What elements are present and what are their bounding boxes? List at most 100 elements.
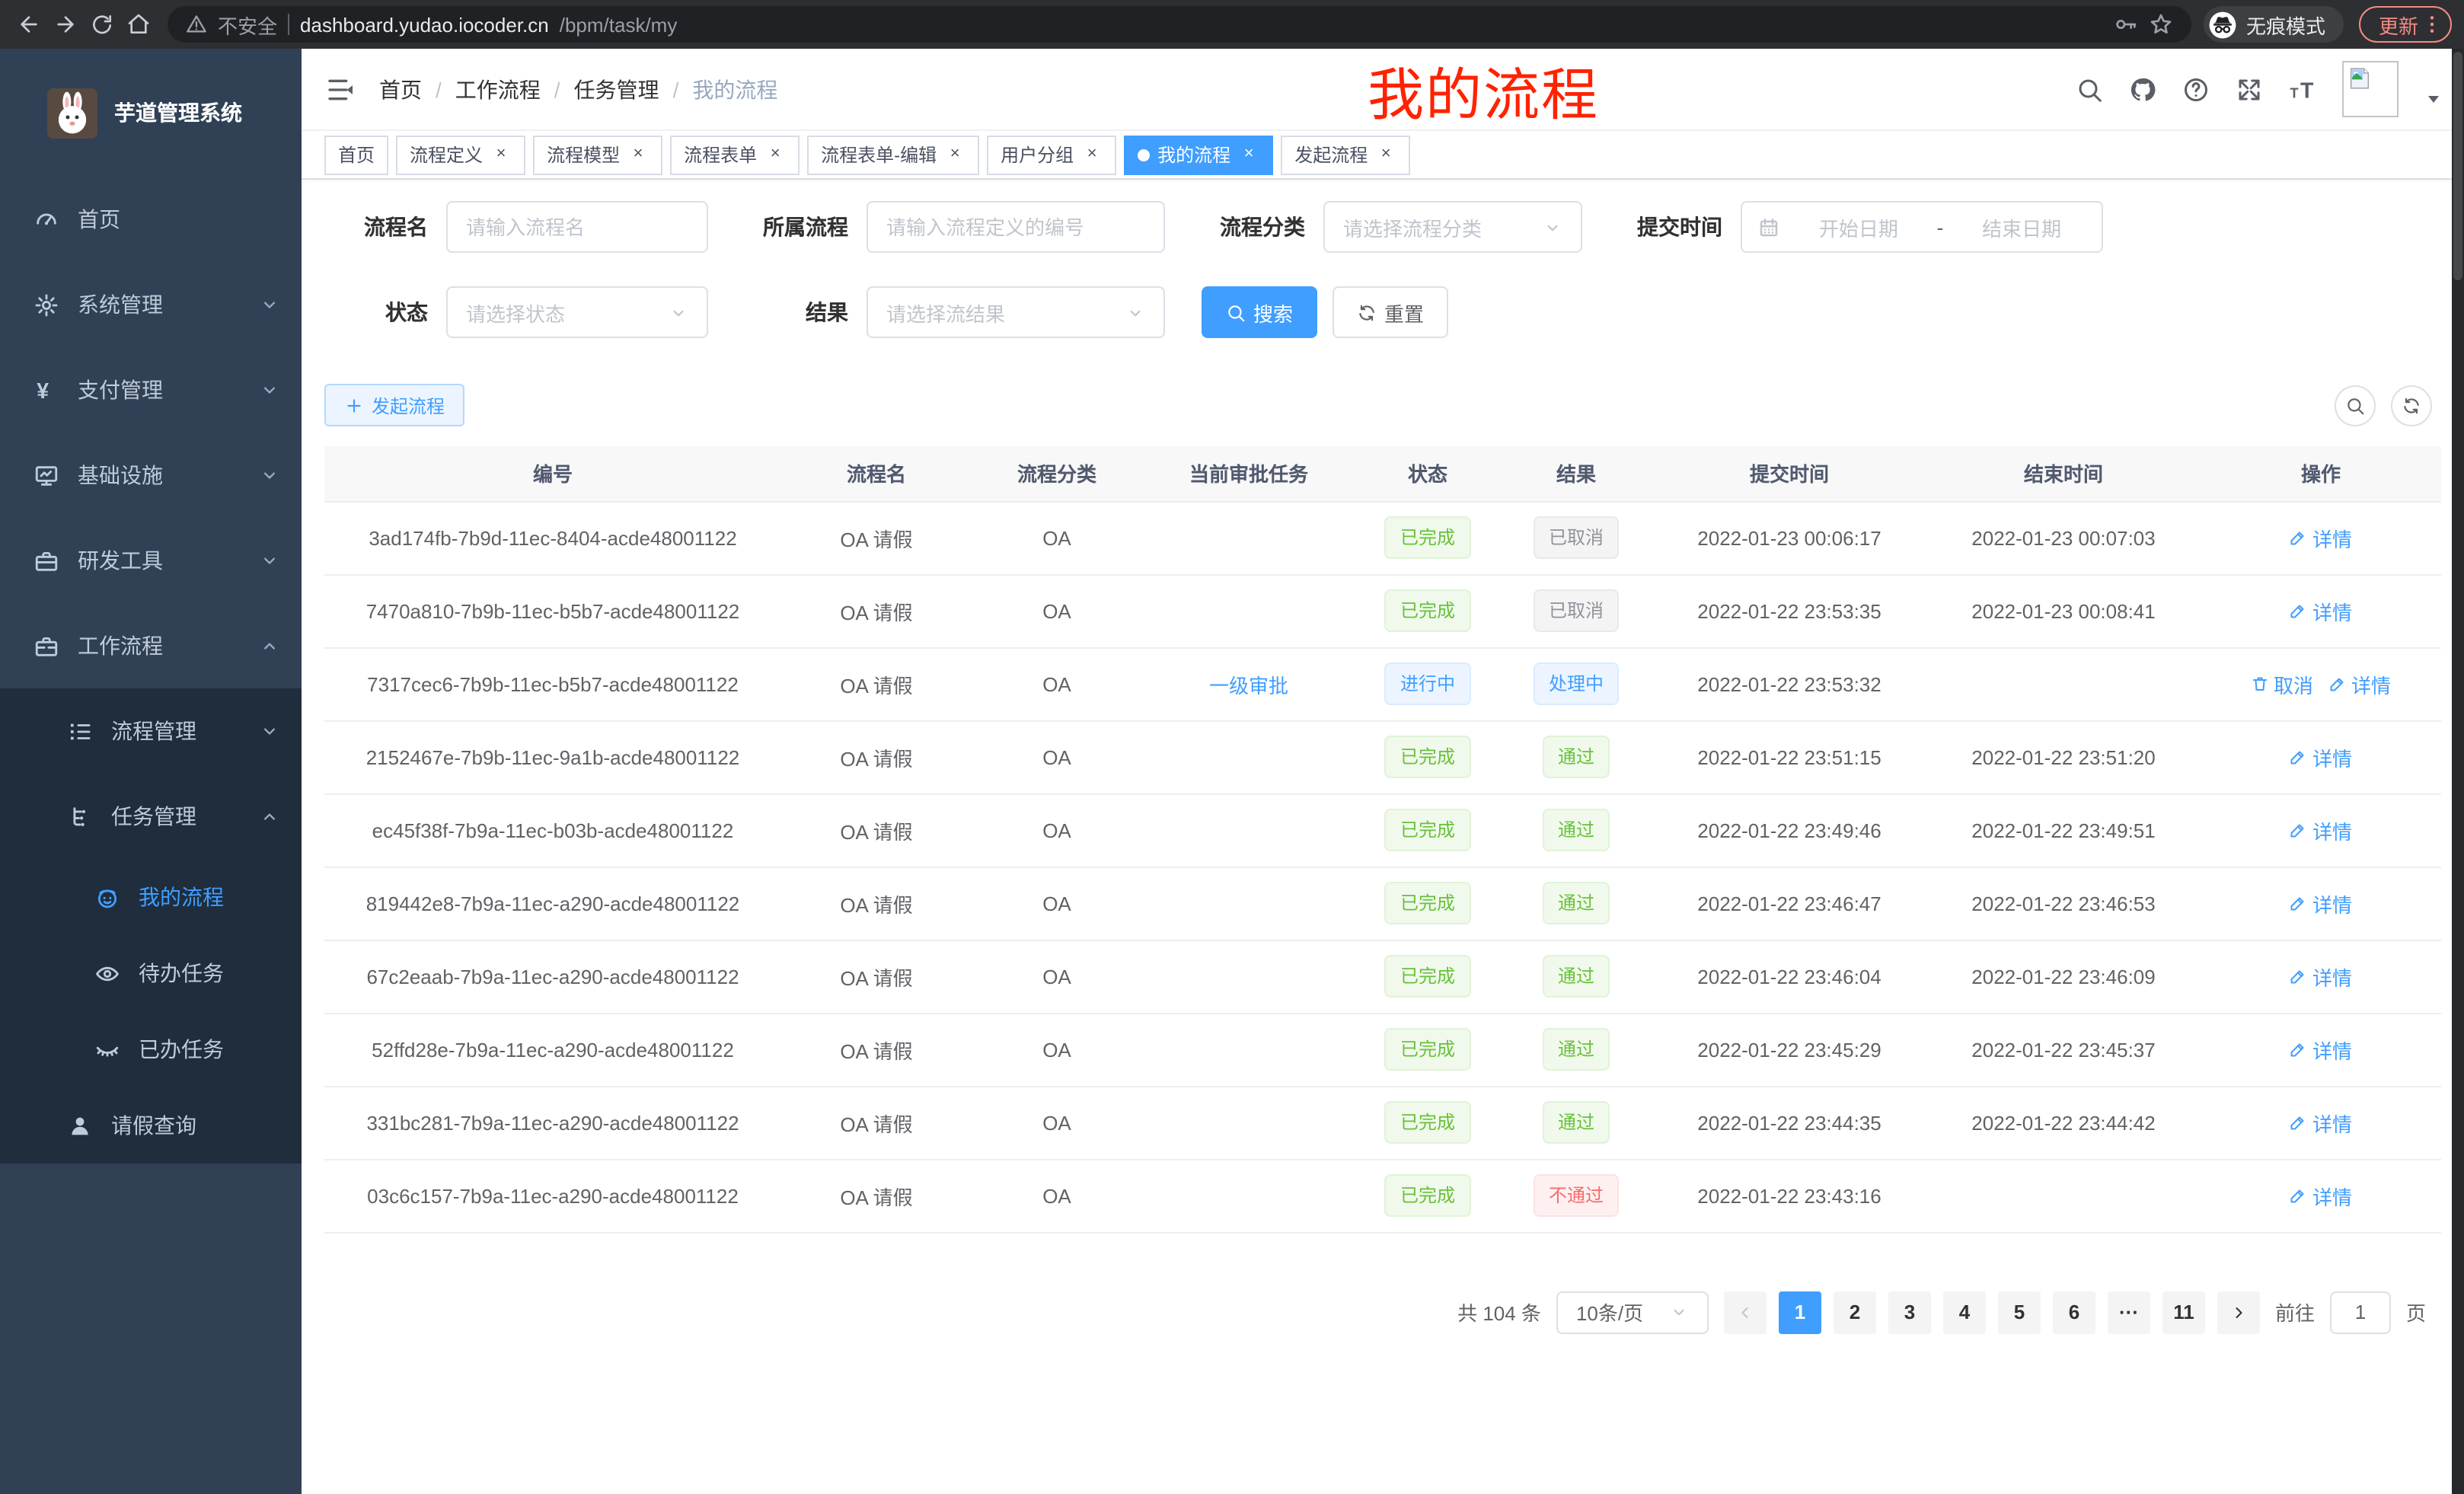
browser-menu-icon[interactable] (2420, 12, 2444, 37)
tab-close-icon[interactable]: × (1081, 144, 1103, 165)
detail-link[interactable]: 详情 (2290, 523, 2352, 552)
goto-page-input[interactable] (2330, 1291, 2391, 1333)
process-id: 331bc281-7b9a-11ec-a290-acde48001122 (324, 1086, 781, 1159)
detail-link[interactable]: 详情 (2328, 669, 2391, 698)
sidebar-item-3[interactable]: ¥支付管理 (0, 347, 302, 433)
sidebar-item-8[interactable]: 任务管理 (0, 774, 302, 859)
column-header: 结束时间 (1926, 446, 2201, 501)
detail-link[interactable]: 详情 (2290, 742, 2352, 771)
detail-link[interactable]: 详情 (2290, 816, 2352, 844)
column-header: 操作 (2201, 446, 2441, 501)
page-button-6[interactable]: 6 (2053, 1291, 2095, 1333)
scrollbar-thumb[interactable] (2453, 52, 2462, 280)
font-size-icon[interactable]: TT (2289, 75, 2316, 103)
submit-time-range-picker[interactable]: 开始日期 - 结束日期 (1741, 201, 2103, 253)
tab-4[interactable]: 流程表单× (670, 135, 800, 174)
sidebar-item-1[interactable]: 首页 (0, 177, 302, 262)
page-button-1[interactable]: 1 (1779, 1291, 1821, 1333)
submit-time-label: 提交时间 (1619, 212, 1722, 242)
tab-2[interactable]: 流程定义× (396, 135, 525, 174)
page-button-4[interactable]: 4 (1943, 1291, 1986, 1333)
status-cell: 已完成 (1355, 940, 1500, 1013)
tab-close-icon[interactable]: × (764, 144, 786, 165)
start-process-button[interactable]: 发起流程 (324, 384, 464, 426)
detail-link[interactable]: 详情 (2290, 596, 2352, 625)
search-button[interactable]: 搜索 (1202, 286, 1317, 338)
actions-cell: 详情 (2201, 793, 2441, 867)
back-icon[interactable] (12, 8, 46, 41)
search-icon[interactable] (2076, 75, 2103, 103)
breadcrumb-item[interactable]: 任务管理 (574, 74, 659, 104)
sidebar-item-5[interactable]: 研发工具 (0, 518, 302, 603)
avatar-caret-icon[interactable] (2424, 90, 2443, 108)
current-task-link[interactable]: 一级审批 (1209, 669, 1288, 698)
browser-update-button[interactable]: 更新 (2359, 6, 2452, 43)
process-name-input[interactable] (466, 215, 688, 238)
detail-link[interactable]: 详情 (2290, 1108, 2352, 1137)
detail-link[interactable]: 详情 (2290, 962, 2352, 991)
more-pages-button[interactable]: ··· (2108, 1291, 2150, 1333)
end-date-placeholder[interactable]: 结束日期 (1957, 212, 2086, 241)
page-button-5[interactable]: 5 (1998, 1291, 2041, 1333)
key-icon[interactable] (2114, 12, 2138, 37)
sidebar-item-11[interactable]: 已办任务 (0, 1011, 302, 1087)
sidebar-item-4[interactable]: 基础设施 (0, 433, 302, 518)
tabs-bar: 首页流程定义×流程模型×流程表单×流程表单-编辑×用户分组×我的流程×发起流程× (302, 131, 2464, 180)
page-button-2[interactable]: 2 (1834, 1291, 1876, 1333)
next-page-button[interactable] (2217, 1291, 2260, 1333)
breadcrumb-item[interactable]: 首页 (379, 74, 422, 104)
toggle-search-button[interactable] (2335, 385, 2376, 426)
tab-7[interactable]: 我的流程× (1124, 135, 1273, 174)
tab-close-icon[interactable]: × (1238, 144, 1259, 165)
page-button-11[interactable]: 11 (2162, 1291, 2205, 1333)
detail-link[interactable]: 详情 (2290, 1181, 2352, 1210)
column-header: 当前审批任务 (1142, 446, 1355, 501)
tab-6[interactable]: 用户分组× (987, 135, 1116, 174)
process-category-select[interactable]: 请选择流程分类 (1323, 201, 1582, 253)
breadcrumb-item: 我的流程 (692, 74, 777, 104)
breadcrumb-item[interactable]: 工作流程 (455, 74, 541, 104)
sidebar-item-7[interactable]: 流程管理 (0, 688, 302, 774)
refresh-table-button[interactable] (2391, 385, 2432, 426)
home-icon[interactable] (122, 8, 155, 41)
tab-1[interactable]: 首页 (324, 135, 388, 174)
status-select[interactable]: 请选择状态 (446, 286, 708, 338)
help-icon[interactable] (2182, 75, 2210, 103)
prev-page-button[interactable] (1724, 1291, 1767, 1333)
not-secure-warning-icon[interactable] (186, 14, 207, 35)
flow-tree-icon (67, 803, 93, 829)
start-date-placeholder[interactable]: 开始日期 (1794, 212, 1923, 241)
detail-link[interactable]: 详情 (2290, 1035, 2352, 1064)
tab-close-icon[interactable]: × (944, 144, 965, 165)
avatar[interactable] (2342, 61, 2399, 117)
tab-close-icon[interactable]: × (490, 144, 512, 165)
browser-scrollbar[interactable] (2452, 49, 2464, 1494)
tab-3[interactable]: 流程模型× (533, 135, 662, 174)
tab-8[interactable]: 发起流程× (1281, 135, 1410, 174)
sidebar-item-12[interactable]: 请假查询 (0, 1087, 302, 1164)
sidebar-item-10[interactable]: 待办任务 (0, 935, 302, 1011)
sidebar-item-2[interactable]: 系统管理 (0, 262, 302, 347)
url-host: dashboard.yudao.iocoder.cn (300, 13, 549, 36)
tab-5[interactable]: 流程表单-编辑× (807, 135, 979, 174)
result-select[interactable]: 请选择流结果 (867, 286, 1165, 338)
sidebar-logo[interactable]: 芋道管理系统 (0, 49, 302, 177)
page-size-select[interactable]: 10条/页 (1556, 1291, 1709, 1333)
fullscreen-icon[interactable] (2236, 75, 2263, 103)
github-icon[interactable] (2129, 75, 2156, 103)
detail-link[interactable]: 详情 (2290, 889, 2352, 918)
hamburger-icon[interactable] (326, 74, 356, 104)
sidebar-item-6[interactable]: 工作流程 (0, 603, 302, 688)
actions-cell: 详情 (2201, 867, 2441, 940)
cancel-link[interactable]: 取消 (2251, 669, 2313, 698)
page-button-3[interactable]: 3 (1888, 1291, 1931, 1333)
sidebar-item-9[interactable]: 我的流程 (0, 859, 302, 935)
process-definition-input[interactable] (886, 215, 1145, 238)
tab-close-icon[interactable]: × (1375, 144, 1396, 165)
reload-icon[interactable] (85, 8, 119, 41)
reset-button[interactable]: 重置 (1333, 286, 1448, 338)
forward-icon[interactable] (49, 8, 82, 41)
address-bar[interactable]: 不安全 dashboard.yudao.iocoder.cn/bpm/task/… (168, 6, 2191, 43)
bookmark-star-icon[interactable] (2149, 12, 2173, 37)
tab-close-icon[interactable]: × (627, 144, 649, 165)
